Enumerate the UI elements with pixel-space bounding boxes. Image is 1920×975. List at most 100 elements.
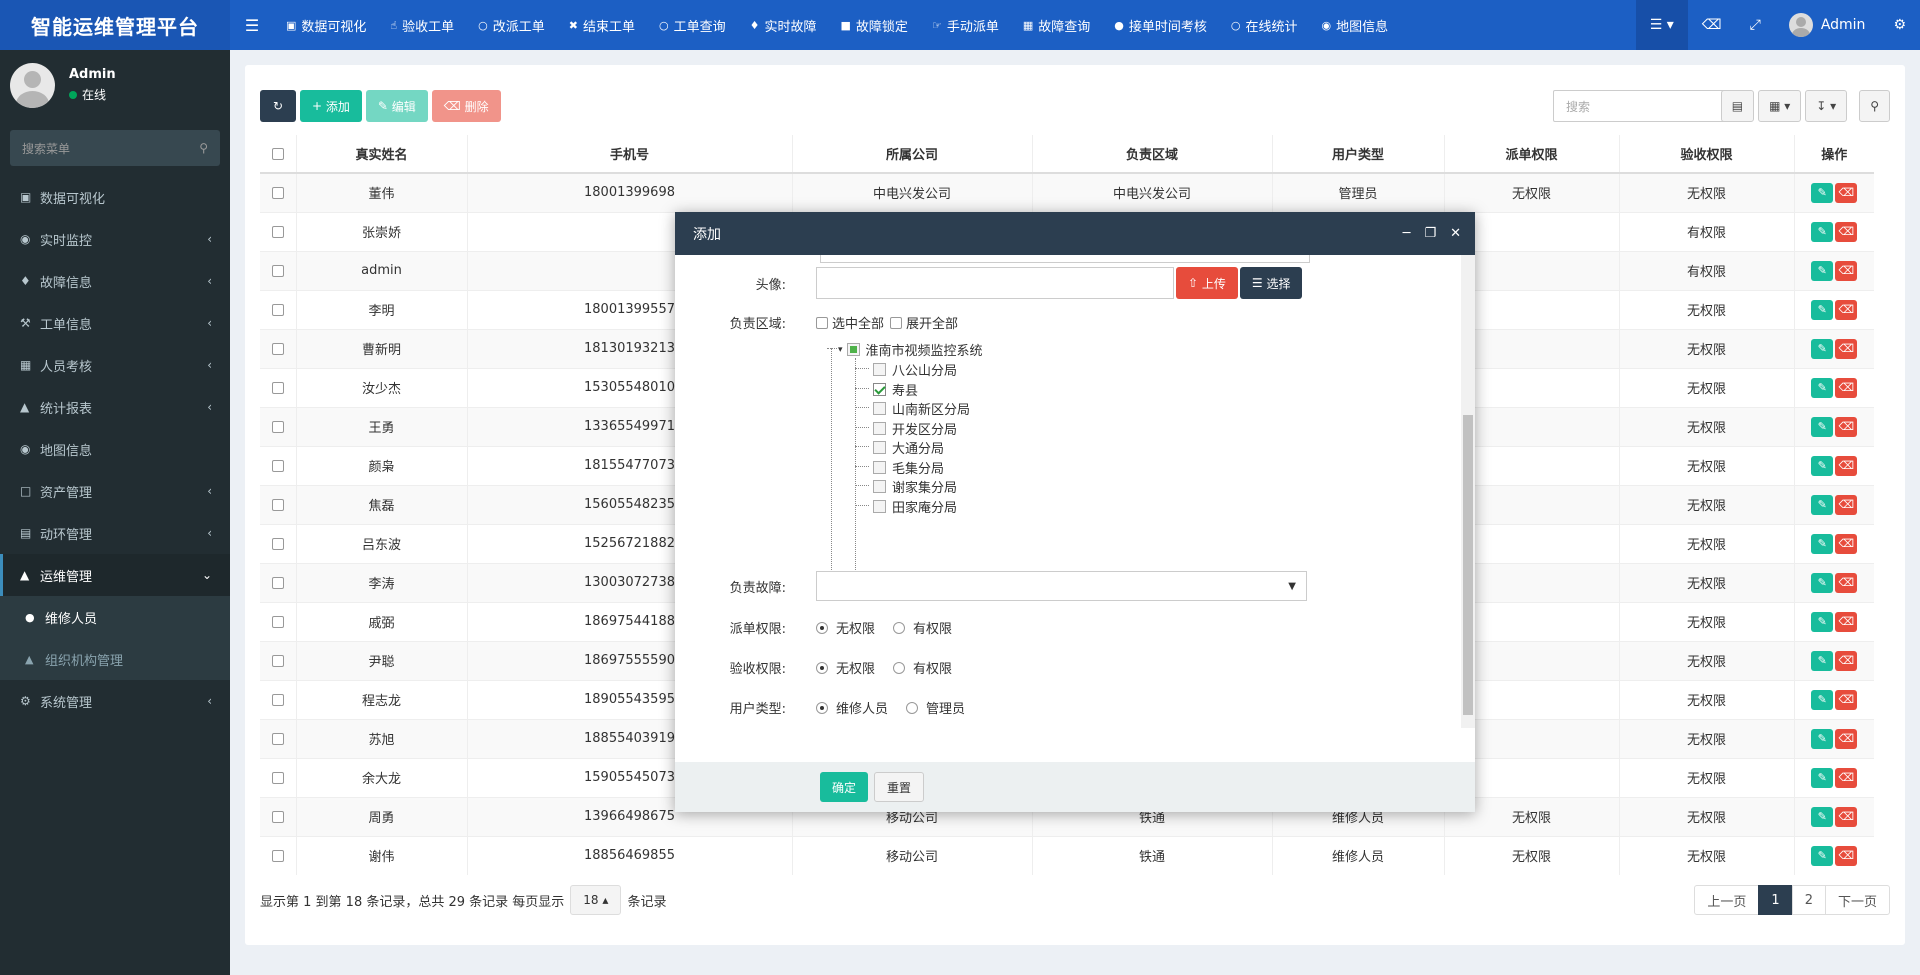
row-checkbox[interactable] <box>260 835 297 875</box>
reset-button[interactable]: 重置 <box>874 772 925 802</box>
dialog-scrollbar[interactable] <box>1461 255 1475 728</box>
sidebar-item-asset-manage[interactable]: □ 资产管理 ‹ <box>0 470 230 512</box>
col-header[interactable]: 负责区域 <box>1032 135 1273 174</box>
row-delete-button[interactable]: ⌫ <box>1835 611 1858 632</box>
row-edit-button[interactable]: ✎ <box>1811 377 1834 398</box>
row-checkbox[interactable] <box>260 484 297 524</box>
row-delete-button[interactable]: ⌫ <box>1835 299 1858 320</box>
sidebar-item-realtime-monitor[interactable]: ◉ 实时监控 ‹ <box>0 218 230 260</box>
sidebar-item-order-info[interactable]: ⚒ 工单信息 ‹ <box>0 302 230 344</box>
tree-node[interactable]: 谢家集分局 <box>873 477 957 496</box>
sidebar-item-fault-info[interactable]: ♦ 故障信息 ‹ <box>0 260 230 302</box>
gears-icon[interactable]: ⚙ <box>1879 0 1920 50</box>
col-header[interactable]: 真实姓名 <box>296 135 468 174</box>
table-row[interactable]: 董伟 18001399698 中电兴发公司 中电兴发公司 管理员 无权限 无权限 ✎ ⌫ <box>260 172 1874 212</box>
sidebar-item-map-info[interactable]: ◉ 地图信息 <box>0 428 230 470</box>
dispatch-none-radio[interactable]: 无权限 <box>816 618 875 637</box>
page-button-2[interactable]: 2 <box>1791 885 1826 915</box>
row-edit-button[interactable]: ✎ <box>1811 767 1834 788</box>
row-edit-button[interactable]: ✎ <box>1811 728 1834 749</box>
row-delete-button[interactable]: ⌫ <box>1835 572 1858 593</box>
list-menu-icon[interactable]: ☰ ▾ <box>1635 0 1688 50</box>
tree-checkbox[interactable] <box>873 382 886 396</box>
sidebar-item-repair-staff[interactable]: ● 维修人员 <box>0 596 230 638</box>
close-icon[interactable]: ✕ <box>1450 226 1461 241</box>
usertype-repair-radio[interactable]: 维修人员 <box>816 698 888 717</box>
row-edit-button[interactable]: ✎ <box>1811 845 1834 866</box>
nav-item-data-visual[interactable]: ▣ 数据可视化 <box>274 0 378 50</box>
row-checkbox[interactable] <box>260 679 297 719</box>
row-edit-button[interactable]: ✎ <box>1811 455 1834 476</box>
col-header[interactable]: 用户类型 <box>1272 135 1445 174</box>
minimize-icon[interactable]: ─ <box>1403 226 1411 241</box>
row-delete-button[interactable]: ⌫ <box>1835 533 1858 554</box>
tree-toggle-icon[interactable]: ▾ <box>838 345 843 355</box>
row-delete-button[interactable]: ⌫ <box>1835 806 1858 827</box>
sidebar-item-ops-manage[interactable]: ▲ 运维管理 ⌄ <box>0 554 230 596</box>
col-header[interactable]: 验收权限 <box>1619 135 1795 174</box>
previous-field[interactable] <box>820 255 1310 263</box>
tree-checkbox[interactable] <box>873 421 886 435</box>
row-checkbox[interactable] <box>260 718 297 758</box>
row-checkbox[interactable] <box>260 172 297 212</box>
search-input[interactable]: 搜索 <box>1553 90 1725 122</box>
nav-item-fault-lock[interactable]: ■ 故障锁定 <box>829 0 920 50</box>
nav-item-fault-query[interactable]: ▦ 故障查询 <box>1011 0 1102 50</box>
edit-button[interactable]: ✎ 编辑 <box>365 90 428 122</box>
row-checkbox[interactable] <box>260 250 297 290</box>
row-checkbox[interactable] <box>260 289 297 329</box>
app-title[interactable]: 智能运维管理平台 <box>0 0 230 50</box>
row-delete-button[interactable]: ⌫ <box>1835 182 1858 203</box>
search-icon[interactable]: ⚲ <box>199 141 208 155</box>
confirm-button[interactable]: 确定 <box>820 772 869 802</box>
usertype-admin-radio[interactable]: 管理员 <box>906 698 965 717</box>
prev-page-button[interactable]: 上一页 <box>1694 885 1760 915</box>
accept-has-radio[interactable]: 有权限 <box>893 658 952 677</box>
trash-icon[interactable]: ⌫ <box>1688 0 1736 50</box>
avatar-input[interactable] <box>816 267 1174 299</box>
tree-checkbox[interactable] <box>873 460 886 474</box>
nav-item-accept-order[interactable]: ☝ 验收工单 <box>378 0 466 50</box>
row-edit-button[interactable]: ✎ <box>1811 299 1834 320</box>
nav-item-order-query[interactable]: ○ 工单查询 <box>647 0 738 50</box>
row-edit-button[interactable]: ✎ <box>1811 572 1834 593</box>
row-delete-button[interactable]: ⌫ <box>1835 728 1858 749</box>
row-delete-button[interactable]: ⌫ <box>1835 494 1858 515</box>
refresh-button[interactable]: ↻ <box>260 90 296 122</box>
tree-node[interactable]: 开发区分局 <box>873 419 957 438</box>
row-edit-button[interactable]: ✎ <box>1811 689 1834 710</box>
row-checkbox[interactable] <box>260 796 297 836</box>
tree-checkbox[interactable] <box>873 402 886 415</box>
nav-item-realtime-fault[interactable]: ♦ 实时故障 <box>738 0 829 50</box>
fullscreen-icon[interactable]: ⤢ <box>1736 0 1775 50</box>
tree-node[interactable]: 田家庵分局 <box>873 497 957 516</box>
row-edit-button[interactable]: ✎ <box>1811 533 1834 554</box>
col-header[interactable]: 所属公司 <box>792 135 1033 174</box>
row-delete-button[interactable]: ⌫ <box>1835 767 1858 788</box>
tree-checkbox[interactable] <box>846 343 860 356</box>
row-edit-button[interactable]: ✎ <box>1811 416 1834 437</box>
columns-button[interactable]: ▦ ▾ <box>1758 90 1802 122</box>
row-edit-button[interactable]: ✎ <box>1811 650 1834 671</box>
upload-button[interactable]: ⇧ 上传 <box>1176 267 1238 299</box>
row-delete-button[interactable]: ⌫ <box>1835 455 1858 476</box>
row-delete-button[interactable]: ⌫ <box>1835 377 1858 398</box>
row-edit-button[interactable]: ✎ <box>1811 494 1834 515</box>
search-button[interactable]: ⚲ <box>1859 90 1890 122</box>
nav-item-reassign-order[interactable]: ○ 改派工单 <box>466 0 557 50</box>
sidebar-item-system-manage[interactable]: ⚙ 系统管理 ‹ <box>0 680 230 722</box>
dispatch-has-radio[interactable]: 有权限 <box>893 618 952 637</box>
page-button-1[interactable]: 1 <box>1758 885 1793 915</box>
col-header[interactable]: 派单权限 <box>1444 135 1620 174</box>
row-checkbox[interactable] <box>260 406 297 446</box>
sidebar-search-input[interactable]: 搜索菜单 ⚲ <box>10 130 220 166</box>
delete-button[interactable]: ⌫ 删除 <box>431 90 501 122</box>
tree-root-node[interactable]: ▾ 淮南市视频监控系统 <box>838 340 983 359</box>
row-edit-button[interactable]: ✎ <box>1811 182 1834 203</box>
nav-item-map-info[interactable]: ◉ 地图信息 <box>1310 0 1401 50</box>
select-all-checkbox[interactable] <box>816 316 828 329</box>
row-delete-button[interactable]: ⌫ <box>1835 689 1858 710</box>
sidebar-item-stat-report[interactable]: ▲ 统计报表 ‹ <box>0 386 230 428</box>
row-checkbox[interactable] <box>260 640 297 680</box>
row-delete-button[interactable]: ⌫ <box>1835 650 1858 671</box>
